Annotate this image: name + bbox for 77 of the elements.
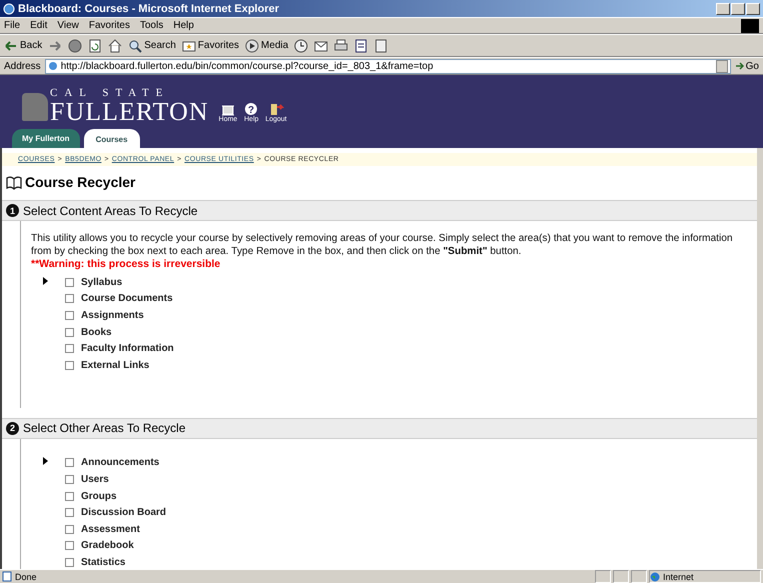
checkbox[interactable]	[65, 310, 74, 320]
checkbox[interactable]	[65, 524, 74, 534]
university-logo: CAL STATE FULLERTON	[22, 88, 209, 125]
checkbox-label: Assessment	[81, 524, 140, 535]
checkbox[interactable]	[65, 558, 74, 567]
checkbox-label: Syllabus	[81, 276, 122, 288]
checkbox-label: Discussion Board	[81, 507, 166, 518]
checkbox[interactable]	[65, 458, 74, 468]
step-number: 2	[6, 422, 19, 435]
address-label: Address	[4, 60, 41, 72]
toolbar-button[interactable]: Search	[128, 38, 176, 52]
checkbox-label: Books	[81, 326, 112, 338]
checkbox-label: Faculty Information	[81, 343, 174, 354]
media-icon	[245, 38, 260, 52]
history-clock-icon[interactable]	[294, 38, 308, 52]
checkbox-label: Assignments	[81, 310, 144, 321]
stop-icon[interactable]	[68, 38, 82, 52]
printer-icon[interactable]	[334, 38, 348, 52]
status-text: Done	[15, 572, 37, 582]
checkbox[interactable]	[65, 508, 74, 518]
back-arrow-icon	[4, 40, 18, 52]
status-pane	[631, 570, 647, 583]
toolbar-button[interactable]: Back	[4, 40, 42, 52]
status-pane	[613, 570, 629, 583]
toolbar-button[interactable]: Favorites	[182, 38, 240, 52]
checkbox-label: Announcements	[81, 457, 160, 468]
page-title: Course Recycler	[25, 174, 136, 190]
zone-text: Internet	[663, 572, 694, 582]
checkbox-label: Statistics	[81, 556, 126, 568]
magnifier-icon	[128, 38, 142, 52]
checkbox-label: Users	[81, 474, 109, 485]
menu-item[interactable]: Tools	[140, 20, 164, 31]
checkbox-label: Course Documents	[81, 293, 173, 304]
checkbox[interactable]	[65, 474, 74, 484]
menu-item[interactable]: File	[4, 20, 20, 31]
checkbox-label: External Links	[81, 360, 150, 371]
window-buttons[interactable]	[716, 2, 760, 14]
document-edit-icon[interactable]	[354, 38, 368, 52]
tab[interactable]: My Fullerton	[12, 129, 80, 148]
checkbox-label: Groups	[81, 490, 117, 502]
menu-item[interactable]: View	[57, 20, 79, 31]
elephant-photo-placeholder	[22, 92, 48, 120]
checkbox[interactable]	[65, 278, 74, 287]
warning-text: **Warning: this process is irreversible	[31, 258, 222, 270]
dropdown-button[interactable]	[716, 60, 728, 72]
status-pane	[595, 570, 611, 583]
refresh-icon[interactable]	[88, 38, 102, 52]
triangle-pointer-icon	[43, 457, 48, 466]
forward-arrow-icon[interactable]	[48, 40, 62, 52]
section-title: Select Other Areas To Recycle	[23, 421, 186, 436]
globe-icon	[650, 572, 660, 582]
door-icon	[268, 102, 284, 116]
checkbox[interactable]	[65, 328, 74, 337]
section-title: Select Content Areas To Recycle	[23, 204, 198, 218]
help-icon: ?	[243, 102, 260, 116]
checkbox-label: Gradebook	[81, 540, 134, 552]
ie-logo-icon	[3, 2, 15, 14]
house-icon[interactable]	[108, 38, 122, 52]
checkbox[interactable]	[65, 344, 74, 354]
triangle-pointer-icon	[43, 276, 48, 285]
open-book-icon	[6, 174, 22, 190]
checkbox[interactable]	[65, 541, 74, 550]
checkbox[interactable]	[65, 492, 74, 501]
menu-item[interactable]: Favorites	[88, 20, 130, 31]
menu-item[interactable]: Edit	[30, 20, 48, 31]
window-title: Blackboard: Courses - Microsoft Internet Explorer	[18, 2, 279, 14]
envelope-icon[interactable]	[314, 38, 328, 52]
toolbar-button[interactable]: Media	[245, 38, 288, 52]
menu-item[interactable]: Help	[173, 20, 194, 31]
instructions-text: This utility allows you to recycle your course by selectively removing areas of your course. Simply select the area(s) that you want to remove the information from by checking the box next to each area. Type Remove in the box, and then click on the "Submit" button.	[31, 233, 734, 258]
go-arrow-icon	[734, 61, 744, 71]
go-button[interactable]: Go	[734, 60, 759, 72]
step-number: 1	[6, 204, 19, 217]
checkbox[interactable]	[65, 360, 74, 370]
tab[interactable]: Courses	[84, 129, 140, 148]
checkbox[interactable]	[65, 294, 74, 304]
address-field[interactable]: http://blackboard.fullerton.edu/bin/common/course.pl?course_id=_803_1&frame=top	[44, 58, 731, 74]
